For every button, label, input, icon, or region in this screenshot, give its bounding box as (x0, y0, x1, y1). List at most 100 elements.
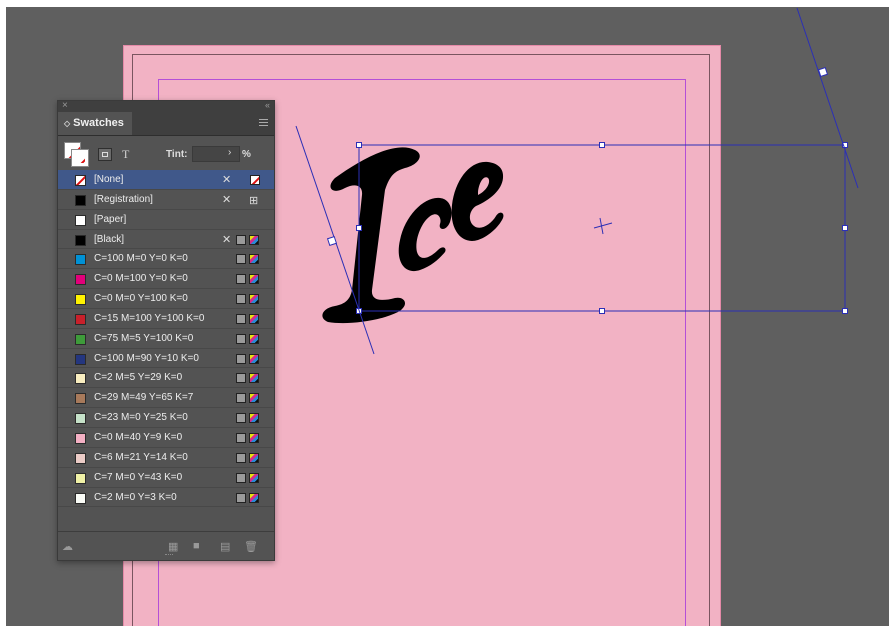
cmyk-mode-icon (249, 452, 259, 463)
panel-bottom-bar: ☁ ▦ ■ ▤ 🗑 (58, 531, 274, 560)
swatch-row[interactable]: [Registration] ✕ ⊞ (58, 190, 274, 210)
swatch-row[interactable]: C=100 M=0 Y=0 K=0 (58, 249, 274, 270)
swatch-color-chip (75, 472, 86, 484)
swatch-row[interactable]: C=0 M=100 Y=0 K=0 (58, 269, 274, 290)
swatches-panel: × ‹‹ ◇ Swatches T Tint: › % [None] ✕ [Regis… (57, 100, 275, 561)
swatch-color-chip (75, 313, 86, 325)
swatch-name: C=100 M=90 Y=10 K=0 (94, 352, 199, 364)
process-color-icon (236, 472, 246, 483)
panel-menu-icon[interactable] (259, 119, 268, 126)
swatch-row[interactable]: C=2 M=0 Y=3 K=0 (58, 488, 274, 508)
swatch-list: [None] ✕ [Registration] ✕ ⊞ [Paper] [Black] ✕ C=… (58, 170, 274, 508)
swatch-row[interactable]: C=100 M=90 Y=10 K=0 (58, 349, 274, 369)
swatch-name: [Registration] (94, 193, 153, 205)
swatch-row[interactable]: C=23 M=0 Y=25 K=0 (58, 408, 274, 428)
swatch-color-chip (75, 214, 86, 226)
process-color-icon (236, 373, 246, 384)
swatch-row[interactable]: C=0 M=40 Y=9 K=0 (58, 428, 274, 448)
swatch-color-chip (75, 492, 86, 504)
swatch-row[interactable]: C=7 M=0 Y=43 K=0 (58, 468, 274, 488)
tab-arrows-icon: ◇ (64, 119, 71, 128)
formatting-affects-text-button[interactable]: T (122, 147, 129, 162)
swatch-row[interactable]: C=29 M=49 Y=65 K=7 (58, 388, 274, 409)
cmyk-mode-icon (249, 234, 259, 245)
swatch-color-chip (75, 432, 86, 444)
cmyk-mode-icon (249, 294, 259, 305)
swatch-name: [Black] (94, 233, 125, 245)
swatch-color-chip (75, 452, 86, 464)
swatch-color-chip (75, 353, 86, 365)
new-swatch-icon[interactable]: ▤ (220, 540, 230, 553)
swatch-color-chip (75, 373, 86, 385)
cannot-edit-icon: ✕ (222, 174, 232, 186)
show-kinds-icon[interactable]: ☁ (62, 540, 73, 553)
folder-icon[interactable]: ■ (193, 540, 200, 552)
swatch-name: C=100 M=0 Y=0 K=0 (94, 253, 188, 265)
cmyk-mode-icon (249, 393, 259, 404)
swatch-name: C=15 M=100 Y=100 K=0 (94, 312, 205, 324)
stroke-none-icon[interactable] (71, 149, 89, 167)
swatch-color-chip (75, 194, 86, 206)
cmyk-mode-icon (249, 353, 259, 364)
panel-titlebar[interactable]: × ‹‹ (58, 100, 274, 112)
tint-input[interactable] (192, 146, 240, 162)
process-color-icon (236, 254, 246, 265)
cannot-edit-icon: ✕ (222, 233, 232, 246)
swatch-name: C=2 M=5 Y=29 K=0 (94, 372, 183, 384)
close-panel-icon[interactable]: × (62, 100, 68, 111)
swatch-name: C=7 M=0 Y=43 K=0 (94, 471, 183, 483)
swatch-row[interactable]: [Black] ✕ (58, 230, 274, 250)
swatch-row[interactable]: C=0 M=0 Y=100 K=0 (58, 289, 274, 309)
swatch-row[interactable]: [Paper] (58, 210, 274, 230)
swatch-name: [Paper] (94, 213, 127, 225)
none-swatch-icon (250, 175, 260, 185)
cmyk-mode-icon (249, 472, 259, 483)
process-color-icon (236, 313, 246, 324)
swatch-name: C=75 M=5 Y=100 K=0 (94, 332, 194, 344)
cmyk-mode-icon (249, 432, 259, 443)
process-color-icon (236, 234, 246, 245)
swatch-name: C=29 M=49 Y=65 K=7 (94, 392, 194, 404)
swatch-name: C=23 M=0 Y=25 K=0 (94, 412, 188, 424)
cmyk-mode-icon (249, 413, 259, 424)
swatch-name: C=0 M=0 Y=100 K=0 (94, 293, 188, 305)
cannot-edit-icon: ✕ (222, 193, 232, 206)
swatch-color-chip (75, 175, 86, 186)
swatch-color-chip (75, 413, 86, 425)
swatch-toolbar: T Tint: › % (58, 136, 274, 171)
swatch-name: [None] (94, 174, 124, 185)
fill-stroke-selector[interactable] (64, 142, 89, 167)
cmyk-mode-icon (249, 373, 259, 384)
swatch-row[interactable]: [None] ✕ (58, 170, 274, 190)
swatch-row[interactable]: C=2 M=5 Y=29 K=0 (58, 368, 274, 389)
process-color-icon (236, 413, 246, 424)
swatch-row[interactable]: C=75 M=5 Y=100 K=0 (58, 329, 274, 349)
swatch-color-chip (75, 294, 86, 306)
swatch-name: C=2 M=0 Y=3 K=0 (94, 491, 177, 503)
swatch-name: C=0 M=40 Y=9 K=0 (94, 431, 183, 443)
tab-swatches[interactable]: ◇ Swatches (58, 112, 132, 135)
swatch-color-chip (75, 234, 86, 246)
process-color-icon (236, 492, 246, 503)
cmyk-mode-icon (249, 333, 259, 344)
formatting-affects-container-button[interactable] (98, 148, 112, 161)
swatch-row[interactable]: C=15 M=100 Y=100 K=0 (58, 309, 274, 329)
process-color-icon (236, 452, 246, 463)
tint-slider-arrow-icon[interactable]: › (228, 147, 231, 158)
process-color-icon (236, 353, 246, 364)
process-color-icon (236, 274, 246, 285)
tint-unit: % (242, 149, 251, 160)
collapse-panel-icon[interactable]: ‹‹ (265, 100, 270, 110)
registration-icon: ⊞ (249, 194, 259, 207)
process-color-icon (236, 333, 246, 344)
panel-tabbar: ◇ Swatches (58, 112, 274, 136)
delete-swatch-icon[interactable]: 🗑 (244, 540, 258, 553)
swatch-name: C=0 M=100 Y=0 K=0 (94, 273, 188, 285)
swatch-color-chip (75, 393, 86, 405)
cmyk-mode-icon (249, 313, 259, 324)
swatch-color-chip (75, 274, 86, 286)
swatch-row[interactable]: C=6 M=21 Y=14 K=0 (58, 448, 274, 468)
new-color-group-icon[interactable]: ▦ (168, 540, 178, 553)
tab-swatches-label: Swatches (73, 117, 124, 129)
resize-grip-icon[interactable] (165, 554, 173, 558)
